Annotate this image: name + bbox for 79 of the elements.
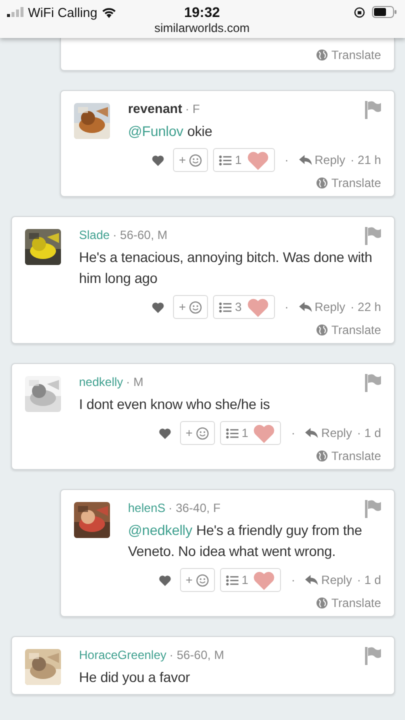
separator-dot: · xyxy=(284,153,289,167)
globe-icon xyxy=(316,177,328,189)
globe-icon xyxy=(316,597,328,609)
reply-arrow-icon xyxy=(305,575,318,585)
translate-link[interactable]: Translate xyxy=(316,449,381,463)
heart-icon xyxy=(246,298,269,316)
signal-icon xyxy=(7,7,24,17)
flag-icon[interactable] xyxy=(365,101,381,119)
add-reaction-button[interactable]: + xyxy=(180,421,215,445)
smiley-icon xyxy=(188,300,202,314)
smiley-icon xyxy=(196,574,209,586)
comment-text: He's a tenacious, annoying bitch. Was done with him long ago xyxy=(79,248,374,288)
author-meta: · 56-60, M xyxy=(169,648,224,662)
separator-dot: · xyxy=(284,300,289,314)
flag-icon[interactable] xyxy=(365,500,381,518)
author-name[interactable]: Slade xyxy=(79,228,110,242)
clock-time: 19:32 xyxy=(184,4,220,20)
wifi-icon xyxy=(101,6,118,18)
reply-button[interactable]: Reply xyxy=(298,300,346,314)
reactions-button[interactable]: 3 xyxy=(212,295,275,319)
list-icon xyxy=(226,428,239,438)
list-icon xyxy=(218,154,232,166)
flag-icon[interactable] xyxy=(365,374,381,392)
comment-text: @nedkelly He's a friendly guy from the Veneto. No idea what went wrong. xyxy=(128,521,364,561)
reactions-button[interactable]: 1 xyxy=(220,568,282,592)
reply-button[interactable]: Reply xyxy=(305,573,352,587)
heart-icon[interactable] xyxy=(152,154,164,166)
comment-text: He did you a favor xyxy=(79,668,191,687)
comment-age: · 1 d xyxy=(356,573,381,587)
author-meta: · 36-40, F xyxy=(168,501,220,515)
battery-icon xyxy=(372,6,397,18)
translate-link[interactable]: Translate xyxy=(316,323,381,337)
separator-dot: · xyxy=(291,426,296,440)
translate-link[interactable]: Translate xyxy=(316,48,381,62)
smiley-icon xyxy=(196,426,209,440)
author-name[interactable]: helenS xyxy=(128,501,166,515)
comment-age: · 1 d xyxy=(356,426,381,440)
author-meta: · 56-60, M xyxy=(112,228,168,242)
separator-dot: · xyxy=(291,573,296,587)
author-meta: · M xyxy=(126,375,144,389)
translate-link[interactable]: Translate xyxy=(316,176,381,190)
translate-link[interactable]: Translate xyxy=(316,596,381,610)
mention-link[interactable]: @nedkelly xyxy=(128,522,192,538)
globe-icon xyxy=(316,450,328,462)
list-icon xyxy=(226,574,239,586)
rotation-lock-icon xyxy=(354,6,365,18)
add-reaction-button[interactable]: + xyxy=(172,295,208,319)
heart-icon xyxy=(253,424,276,442)
reply-button[interactable]: Reply xyxy=(298,153,346,167)
smiley-icon xyxy=(188,154,202,166)
reply-arrow-icon xyxy=(298,302,312,312)
globe-icon xyxy=(316,324,328,336)
heart-icon xyxy=(246,150,269,170)
carrier-label: WiFi Calling xyxy=(28,4,98,20)
flag-icon[interactable] xyxy=(365,227,381,245)
author-name[interactable]: HoraceGreenley xyxy=(79,648,166,662)
reply-arrow-icon xyxy=(305,428,318,438)
add-reaction-button[interactable]: + xyxy=(180,568,215,592)
reply-arrow-icon xyxy=(298,155,312,165)
list-icon xyxy=(218,302,232,312)
comment-age: · 22 h xyxy=(350,300,381,314)
author-meta: · F xyxy=(185,102,200,116)
comment-age: · 21 h xyxy=(350,153,381,167)
author-name[interactable]: nedkelly xyxy=(79,375,124,389)
heart-icon[interactable] xyxy=(152,302,164,312)
page-url: similarworlds.com xyxy=(153,21,251,35)
reply-button[interactable]: Reply xyxy=(305,426,352,440)
reactions-button[interactable]: 1 xyxy=(220,421,282,445)
heart-icon[interactable] xyxy=(158,574,171,586)
mention-link[interactable]: @Funlov xyxy=(128,123,184,139)
flag-icon[interactable] xyxy=(365,647,381,665)
heart-icon[interactable] xyxy=(158,428,171,438)
comment-text: @Funlov okie xyxy=(128,122,214,141)
reactions-button[interactable]: 1 xyxy=(212,148,275,172)
add-reaction-button[interactable]: + xyxy=(172,148,208,172)
heart-icon xyxy=(253,570,276,590)
comment-text: I dont even know who she/he is xyxy=(79,395,271,414)
author-name[interactable]: revenant xyxy=(128,101,182,116)
globe-icon xyxy=(316,49,328,61)
